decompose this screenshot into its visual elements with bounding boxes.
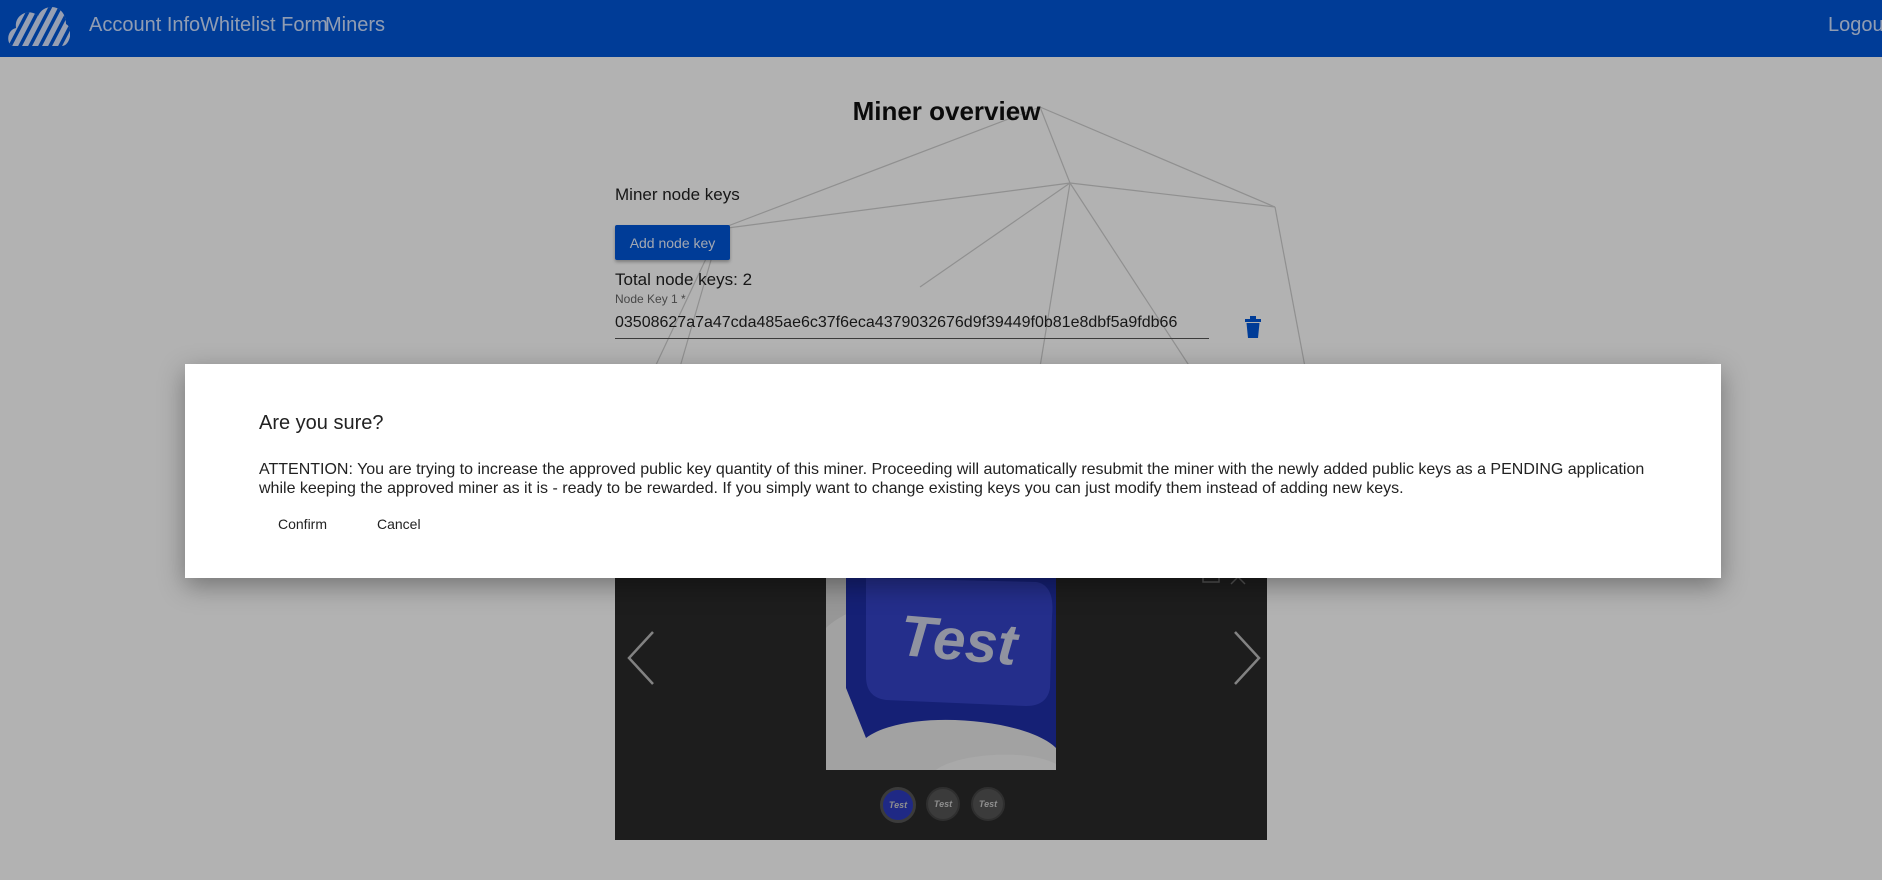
cancel-button[interactable]: Cancel	[377, 516, 421, 532]
dialog-title: Are you sure?	[259, 412, 384, 434]
dialog-message: ATTENTION: You are trying to increase th…	[259, 461, 1645, 497]
confirm-button[interactable]: Confirm	[278, 516, 327, 532]
confirm-dialog: Are you sure? ATTENTION: You are trying …	[185, 364, 1721, 578]
